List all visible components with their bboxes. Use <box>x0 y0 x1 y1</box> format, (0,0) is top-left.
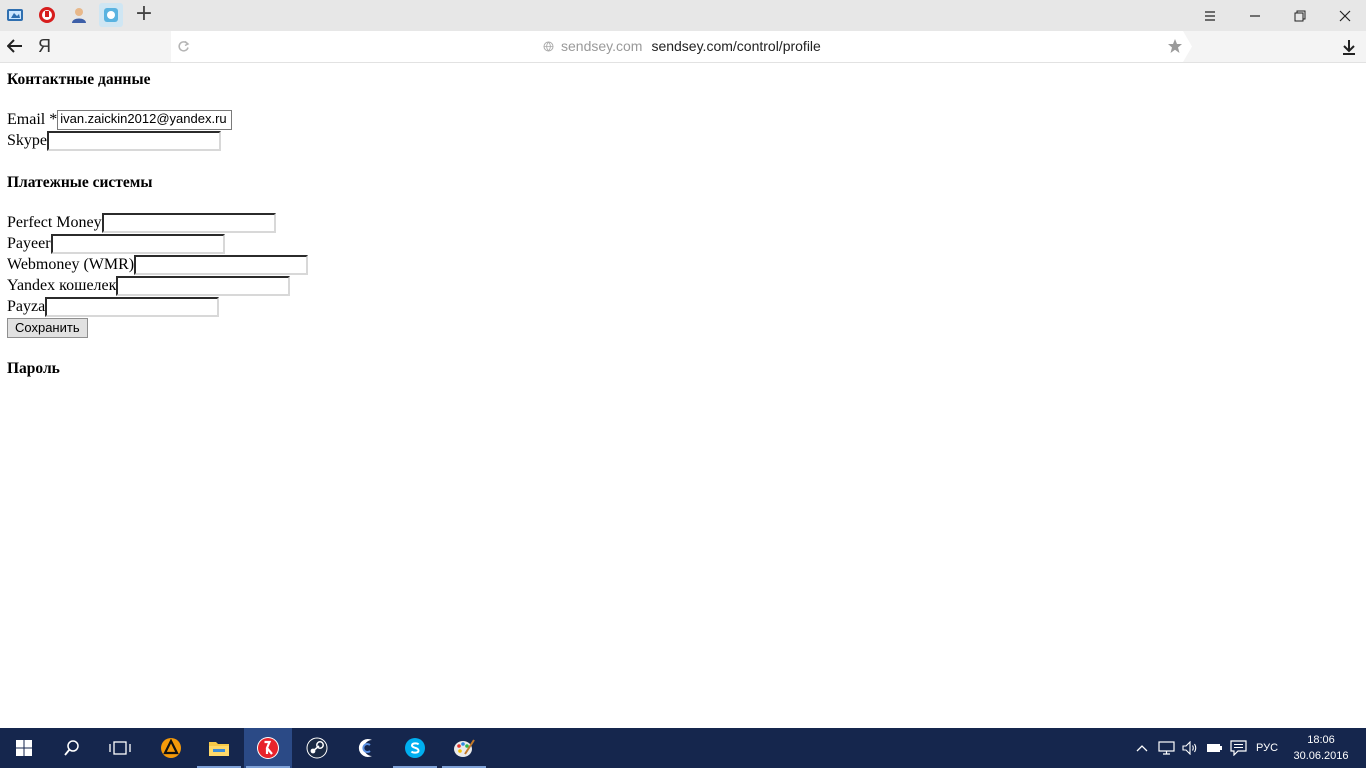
perfect-money-label: Perfect Money <box>7 214 102 231</box>
skype-row: Skype <box>7 130 221 151</box>
perfect-money-field[interactable] <box>101 212 276 233</box>
task-view-icon[interactable] <box>96 728 144 768</box>
download-icon[interactable] <box>1340 38 1358 56</box>
chevron-up-icon[interactable] <box>1133 740 1151 756</box>
yandex-wallet-label: Yandex кошелек <box>7 277 117 294</box>
webmoney-label: Webmoney (WMR) <box>7 256 135 273</box>
payments-heading: Платежные системы <box>7 174 153 191</box>
perfect-money-row: Perfect Money <box>7 212 276 233</box>
language-indicator[interactable]: РУС <box>1256 741 1278 755</box>
paint-icon[interactable] <box>440 728 488 768</box>
tab-adblock-icon[interactable] <box>35 3 59 27</box>
webmoney-row: Webmoney (WMR) <box>7 254 309 275</box>
payza-row: Payza <box>7 296 220 317</box>
tab-dinosaur-icon[interactable] <box>3 3 27 27</box>
steam-icon[interactable] <box>293 728 341 768</box>
email-row: Email * ivan.zaickin2012@yandex.ru <box>7 109 233 130</box>
cloud-app-icon[interactable] <box>342 728 390 768</box>
password-heading: Пароль <box>7 360 60 377</box>
url-path[interactable]: sendsey.com/control/profile <box>651 38 820 55</box>
yandex-browser-icon[interactable] <box>244 728 292 768</box>
network-icon[interactable] <box>1157 740 1175 756</box>
url-domain: sendsey.com <box>561 38 643 54</box>
webmoney-field[interactable] <box>134 254 309 275</box>
address-bar[interactable]: sendsey.com sendsey.com/control/profile <box>171 31 1192 62</box>
payza-field[interactable] <box>45 296 220 317</box>
back-arrow-icon[interactable] <box>4 35 26 57</box>
clock-time: 18:06 <box>1307 734 1335 746</box>
payeer-row: Payeer <box>7 233 225 254</box>
restore-icon[interactable] <box>1278 0 1322 31</box>
aimp-icon[interactable] <box>147 728 195 768</box>
taskbar-clock[interactable]: 18:06 30.06.2016 <box>1289 732 1353 764</box>
skype-icon[interactable] <box>391 728 439 768</box>
new-tab-button[interactable]: + <box>133 3 155 27</box>
reload-icon[interactable] <box>177 40 190 53</box>
skype-label: Skype <box>7 132 47 149</box>
bookmark-star-icon[interactable] <box>1167 38 1183 54</box>
payza-label: Payza <box>7 298 46 315</box>
file-explorer-icon[interactable] <box>195 728 243 768</box>
email-field[interactable]: ivan.zaickin2012@yandex.ru <box>57 109 233 130</box>
browser-toolbar: Я sendsey.com sendsey.com/control/profil… <box>0 31 1366 63</box>
minimize-icon[interactable] <box>1233 0 1277 31</box>
yandex-wallet-field[interactable] <box>116 275 291 296</box>
globe-icon <box>543 41 554 52</box>
payeer-label: Payeer <box>7 235 51 252</box>
tab-profile-icon[interactable] <box>67 3 91 27</box>
clock-date: 30.06.2016 <box>1293 750 1349 762</box>
contacts-heading: Контактные данные <box>7 71 151 88</box>
battery-icon[interactable] <box>1205 740 1223 756</box>
tab-active-icon[interactable] <box>99 3 123 27</box>
close-icon[interactable] <box>1323 0 1366 31</box>
menu-icon[interactable] <box>1188 0 1232 31</box>
skype-field[interactable] <box>47 130 221 151</box>
browser-tab-strip: + <box>0 0 1366 31</box>
start-icon[interactable] <box>0 728 48 768</box>
yandex-wallet-row: Yandex кошелек <box>7 275 291 296</box>
email-label: Email * <box>7 111 58 128</box>
windows-taskbar: РУС 18:06 30.06.2016 <box>0 728 1366 768</box>
save-button[interactable]: Сохранить <box>7 318 88 338</box>
volume-icon[interactable] <box>1181 740 1199 756</box>
yandex-logo-button[interactable]: Я <box>38 35 54 57</box>
payeer-field[interactable] <box>50 233 225 254</box>
notifications-icon[interactable] <box>1229 740 1247 756</box>
search-icon[interactable] <box>48 728 96 768</box>
